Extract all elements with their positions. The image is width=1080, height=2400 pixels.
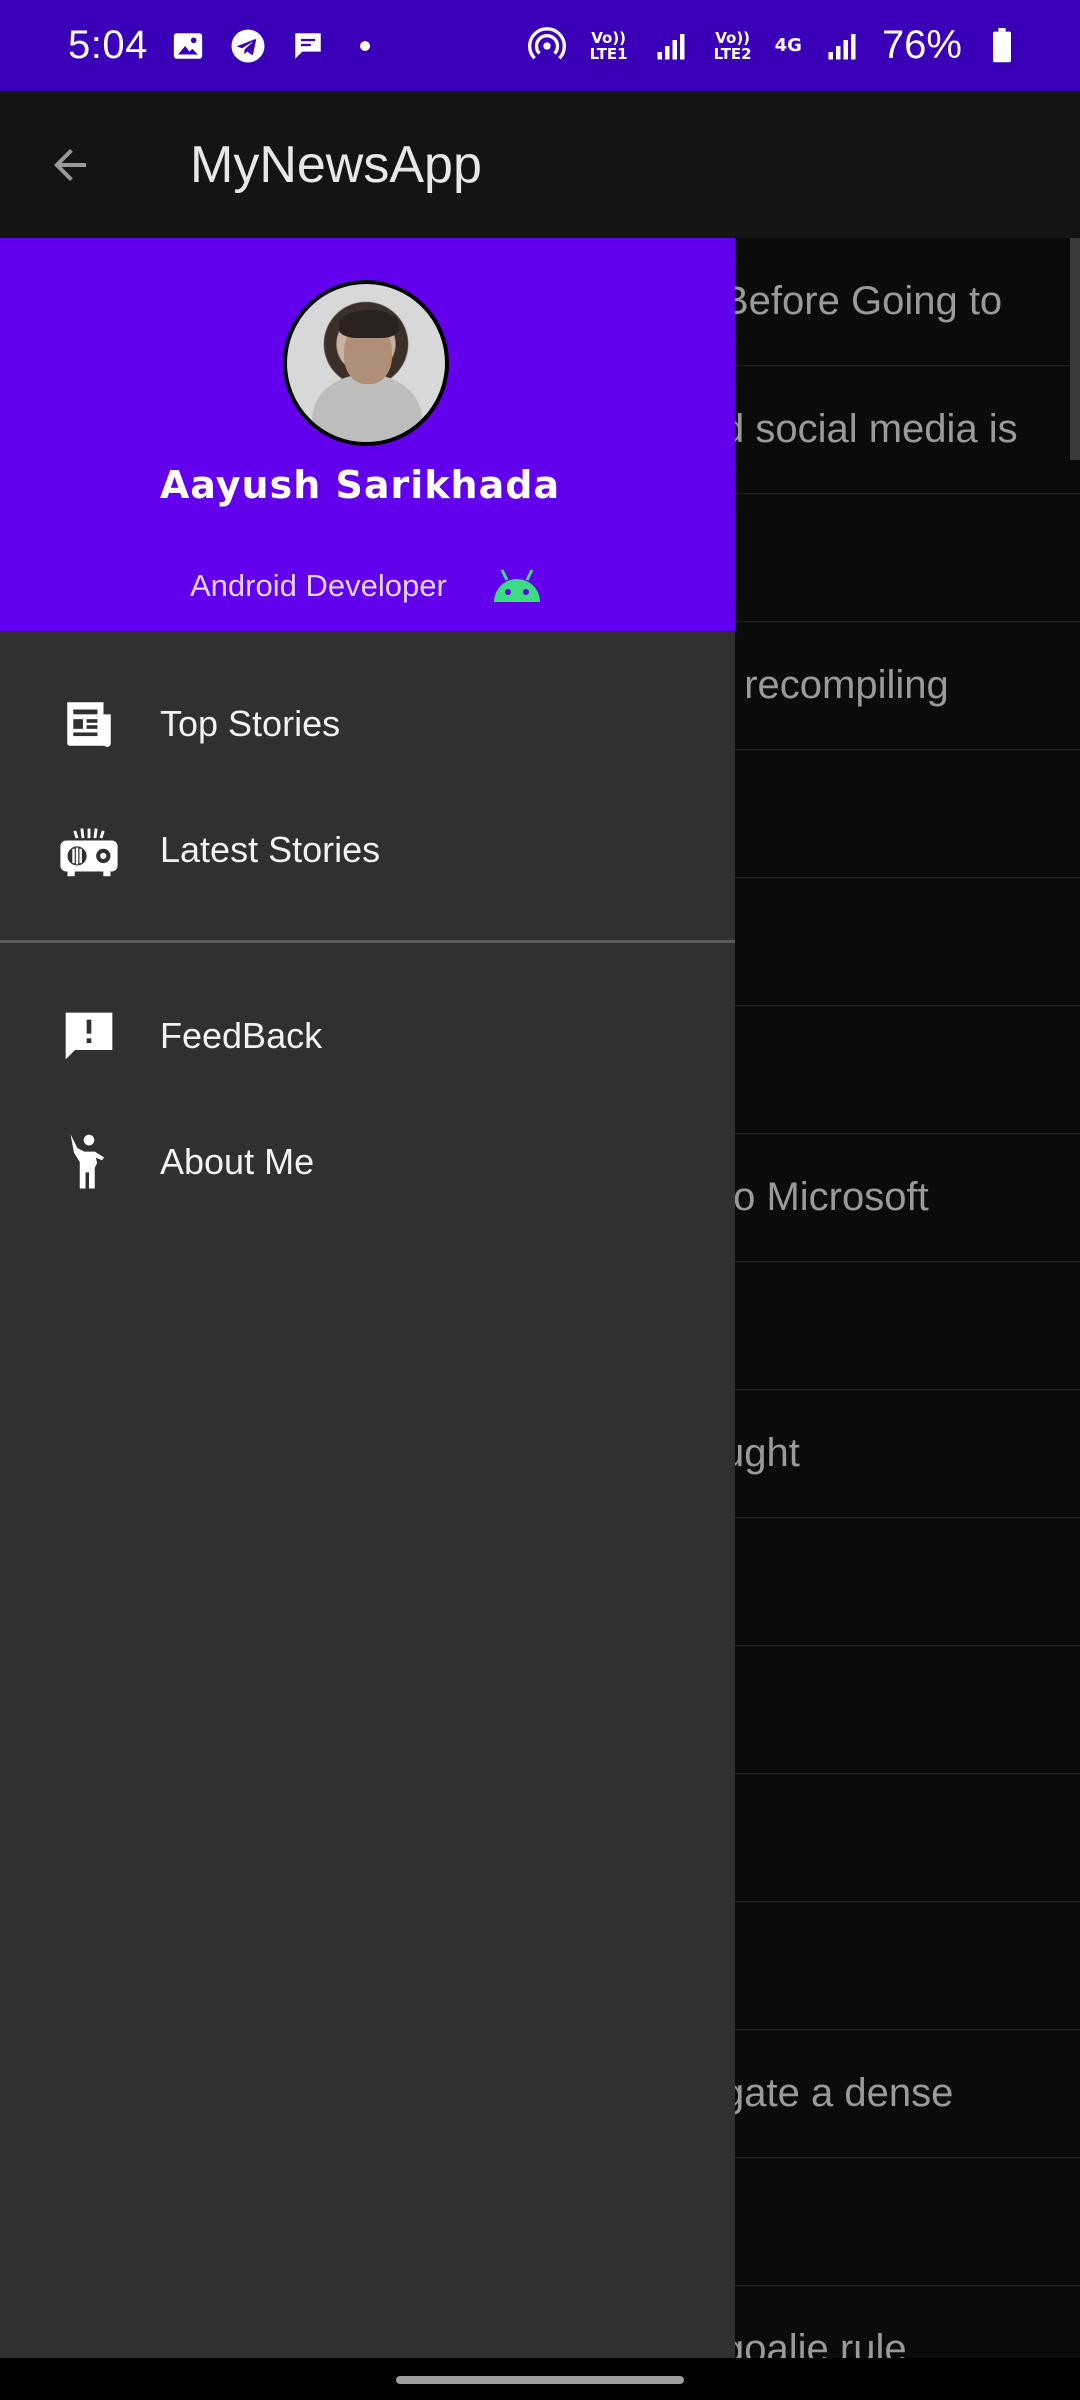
arrow-left-icon — [54, 148, 86, 181]
gallery-icon — [168, 26, 208, 66]
network-type: 4G — [774, 34, 802, 56]
drawer-item-label: Top Stories — [160, 703, 341, 744]
status-time: 5:04 — [68, 23, 148, 67]
android-icon — [494, 569, 540, 602]
battery-percent: 76% — [881, 23, 962, 67]
signal-icon — [822, 26, 862, 66]
drawer-item-top-stories[interactable]: Top Stories — [0, 661, 735, 787]
signal-icon — [651, 26, 691, 66]
drawer-item-label: Latest Stories — [160, 829, 381, 870]
back-button[interactable] — [0, 91, 140, 238]
message-icon — [288, 26, 328, 66]
system-nav-bar — [0, 2358, 1080, 2400]
sim1-label: Vo)) LTE1 — [589, 28, 628, 63]
status-bar: 5:04 Vo)) LTE1 Vo)) LTE2 4G 76% — [0, 0, 1080, 91]
drawer-item-label: FeedBack — [160, 1015, 323, 1056]
person-waving-icon — [58, 1131, 120, 1193]
drawer-item-feedback[interactable]: FeedBack — [0, 973, 735, 1099]
profile-name: Aayush Sarikhada — [159, 463, 561, 507]
hotspot-icon — [527, 26, 567, 66]
avatar[interactable] — [283, 280, 449, 446]
navigation-drawer: Aayush Sarikhada Android Developer Top S… — [0, 238, 735, 2358]
profile-subtitle: Android Developer — [190, 568, 447, 603]
feedback-icon — [58, 1005, 120, 1067]
app-title: MyNewsApp — [190, 135, 482, 194]
home-gesture-bar[interactable] — [396, 2376, 684, 2384]
battery-icon — [982, 26, 1022, 66]
scrollbar[interactable] — [1070, 238, 1080, 460]
app-bar: MyNewsApp — [0, 91, 1080, 238]
drawer-item-about-me[interactable]: About Me — [0, 1099, 735, 1225]
drawer-item-label: About Me — [160, 1141, 315, 1182]
telegram-icon — [228, 26, 268, 66]
radio-icon — [58, 819, 120, 881]
sim2-label: Vo)) LTE2 — [713, 28, 752, 63]
drawer-item-latest-stories[interactable]: Latest Stories — [0, 787, 735, 913]
status-bar-left: 5:04 — [68, 23, 370, 68]
drawer-menu: Top Stories Latest Stories FeedBack Abou… — [0, 631, 735, 1225]
notification-dot — [359, 40, 370, 51]
status-bar-right: Vo)) LTE1 Vo)) LTE2 4G 76% — [527, 23, 1022, 68]
drawer-header: Aayush Sarikhada Android Developer — [0, 238, 735, 631]
drawer-divider — [0, 940, 735, 943]
newspaper-icon — [58, 693, 120, 755]
